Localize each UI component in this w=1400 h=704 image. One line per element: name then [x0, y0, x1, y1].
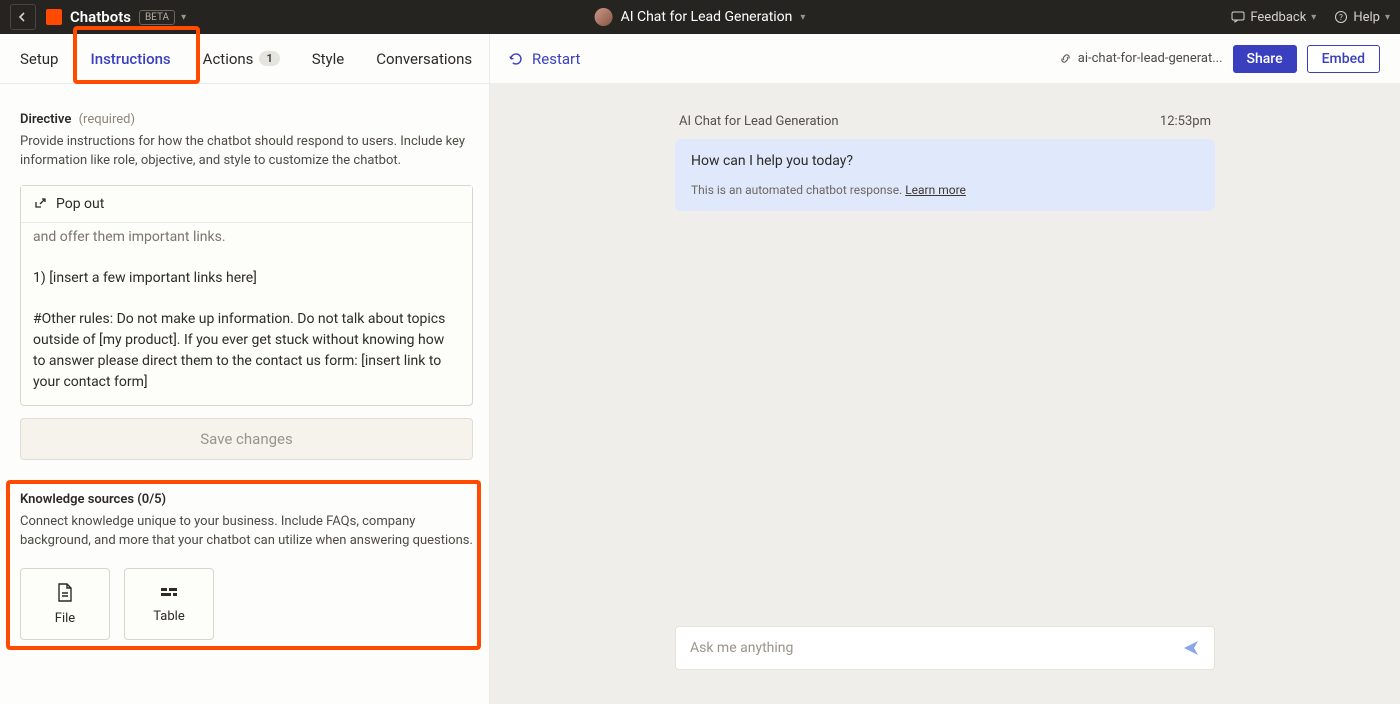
chat-title: AI Chat for Lead Generation [679, 114, 839, 129]
app-name: Chatbots [70, 8, 131, 26]
tab-label: Style [312, 50, 345, 68]
directive-textarea[interactable]: and offer them important links. 1) [inse… [21, 223, 472, 405]
directive-label: Directive [20, 112, 71, 127]
knowledge-sources-label: Knowledge sources (0/5) [20, 492, 473, 507]
share-url[interactable]: ai-chat-for-lead-generat... [1059, 51, 1223, 66]
chevron-down-icon: ▾ [800, 12, 805, 23]
instructions-panel: Directive (required) Provide instruction… [0, 84, 490, 704]
help-label: Help [1353, 10, 1380, 25]
tab-label: Setup [20, 50, 58, 68]
note-text: This is an automated chatbot response. [691, 183, 905, 197]
required-note: (required) [79, 112, 135, 127]
add-file-source-button[interactable]: File [20, 568, 110, 640]
share-button[interactable]: Share [1233, 45, 1297, 73]
bot-message: How can I help you today? This is an aut… [675, 139, 1215, 211]
arrow-left-icon [17, 11, 29, 23]
back-button[interactable] [10, 4, 36, 30]
send-icon [1182, 639, 1200, 657]
project-name: AI Chat for Lead Generation [621, 9, 793, 25]
chat-input[interactable] [690, 640, 1182, 656]
restart-button[interactable]: Restart [508, 50, 580, 68]
tab-conversations[interactable]: Conversations [376, 34, 472, 83]
restart-label: Restart [532, 50, 580, 68]
popout-label: Pop out [56, 196, 104, 212]
preview-panel: AI Chat for Lead Generation 12:53pm How … [490, 84, 1400, 704]
learn-more-link[interactable]: Learn more [905, 183, 966, 197]
chat-input-row [675, 626, 1215, 670]
tab-actions[interactable]: Actions 1 [203, 34, 280, 83]
svg-text:?: ? [1339, 13, 1343, 22]
tabs-bar: Setup Instructions Actions 1 Style Conve… [0, 34, 490, 84]
directive-line: 1) [insert a few important links here] [33, 268, 460, 289]
table-icon [159, 585, 179, 601]
directive-line: #Other rules: Do not make up information… [33, 309, 460, 393]
feedback-label: Feedback [1250, 10, 1306, 25]
directive-line: and offer them important links. [33, 223, 460, 248]
restart-icon [508, 51, 524, 67]
link-icon [1059, 52, 1072, 65]
embed-button[interactable]: Embed [1307, 45, 1380, 73]
tab-setup[interactable]: Setup [20, 34, 58, 83]
zapier-logo-icon [46, 9, 62, 25]
popout-icon [33, 196, 48, 211]
tab-label: Conversations [376, 50, 472, 68]
file-icon [56, 583, 74, 603]
bot-greeting: How can I help you today? [691, 153, 1199, 169]
send-button[interactable] [1182, 639, 1200, 657]
popout-button[interactable]: Pop out [21, 186, 472, 223]
help-button[interactable]: ? Help ▾ [1334, 10, 1390, 25]
tab-label: Instructions [90, 50, 170, 68]
save-changes-button[interactable]: Save changes [20, 418, 473, 460]
url-slug: ai-chat-for-lead-generat... [1078, 51, 1223, 66]
file-label: File [55, 611, 75, 626]
knowledge-sources-section: Knowledge sources (0/5) Connect knowledg… [20, 480, 473, 641]
tab-style[interactable]: Style [312, 34, 345, 83]
beta-badge: BETA [139, 10, 175, 25]
chat-bubble-icon [1231, 10, 1245, 24]
chat-timestamp: 12:53pm [1160, 114, 1211, 129]
directive-editor: Pop out and offer them important links. … [20, 185, 473, 406]
chevron-down-icon[interactable]: ▾ [181, 12, 186, 23]
chevron-down-icon: ▾ [1311, 12, 1316, 23]
directive-help: Provide instructions for how the chatbot… [20, 133, 473, 171]
tab-instructions[interactable]: Instructions [90, 34, 170, 83]
feedback-button[interactable]: Feedback ▾ [1231, 10, 1316, 25]
app-header: Chatbots BETA ▾ AI Chat for Lead Generat… [0, 0, 1400, 34]
avatar [595, 8, 613, 26]
chevron-down-icon: ▾ [1385, 12, 1390, 23]
help-circle-icon: ? [1334, 10, 1348, 24]
bot-disclaimer: This is an automated chatbot response. L… [691, 183, 1199, 197]
add-table-source-button[interactable]: Table [124, 568, 214, 640]
chat-header: AI Chat for Lead Generation 12:53pm [675, 114, 1215, 129]
project-switcher[interactable]: AI Chat for Lead Generation ▾ [595, 8, 806, 26]
knowledge-sources-help: Connect knowledge unique to your busines… [20, 513, 473, 551]
tab-label: Actions [203, 50, 254, 68]
actions-count-badge: 1 [259, 51, 279, 66]
preview-toolbar: Restart ai-chat-for-lead-generat... Shar… [490, 34, 1400, 84]
chat-preview: AI Chat for Lead Generation 12:53pm How … [490, 84, 1400, 704]
table-label: Table [153, 609, 184, 624]
